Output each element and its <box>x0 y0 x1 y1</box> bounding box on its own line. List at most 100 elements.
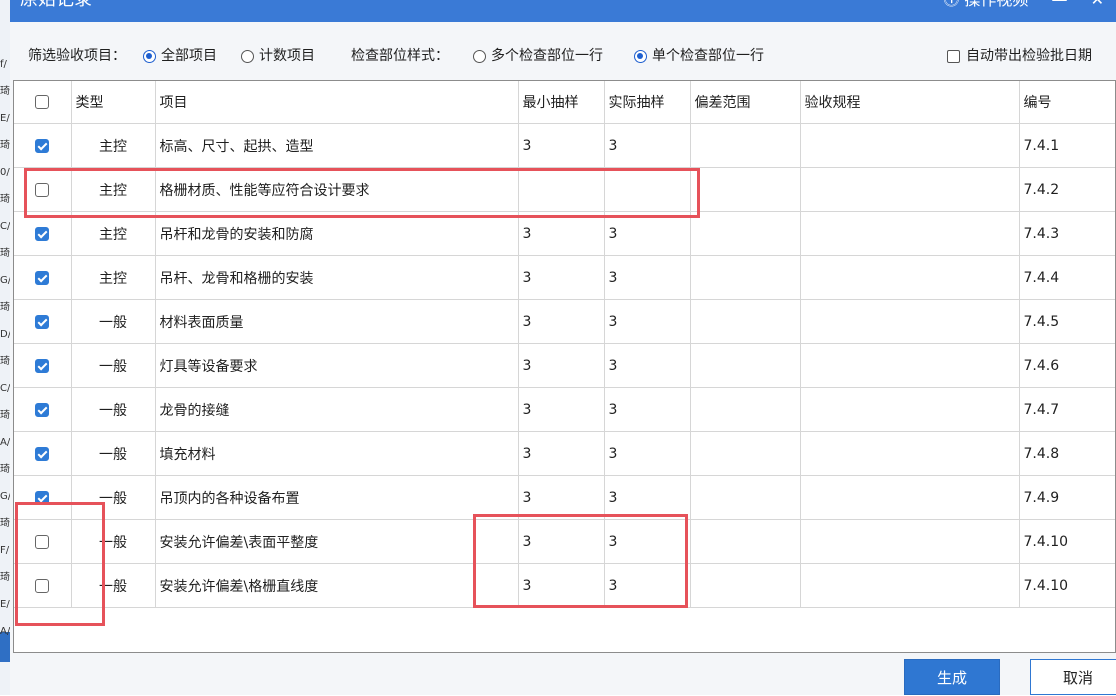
table-row[interactable]: 一般 安装允许偏差\格栅直线度 3 3 7.4.10 <box>14 563 1115 608</box>
code-cell[interactable]: 7.4.7 <box>1019 387 1115 432</box>
actual-sample-cell[interactable]: 3 <box>604 519 691 564</box>
radio-single-icon[interactable] <box>634 49 647 63</box>
type-cell[interactable]: 主控 <box>71 255 156 300</box>
row-checkbox-cell[interactable] <box>14 475 72 520</box>
row-checkbox-cell[interactable] <box>14 387 72 432</box>
code-cell[interactable]: 7.4.5 <box>1019 299 1115 344</box>
row-checkbox-cell[interactable] <box>14 255 72 300</box>
actual-sample-cell[interactable]: 3 <box>604 343 691 388</box>
min-sample-cell[interactable]: 3 <box>518 255 605 300</box>
type-cell[interactable]: 主控 <box>71 167 156 212</box>
type-cell[interactable]: 一般 <box>71 475 156 520</box>
item-cell[interactable]: 格栅材质、性能等应符合设计要求 <box>155 167 519 212</box>
code-cell[interactable]: 7.4.10 <box>1019 519 1115 564</box>
type-cell[interactable]: 一般 <box>71 299 156 344</box>
row-checkbox-cell[interactable] <box>14 343 72 388</box>
item-cell[interactable]: 材料表面质量 <box>155 299 519 344</box>
minimize-icon[interactable]: — <box>1052 0 1068 9</box>
checked-checkbox-icon[interactable] <box>35 490 50 505</box>
actual-sample-cell[interactable]: 3 <box>604 299 691 344</box>
item-cell[interactable]: 龙骨的接缝 <box>155 387 519 432</box>
deviation-range-cell[interactable] <box>690 123 801 168</box>
checked-checkbox-icon[interactable] <box>35 270 50 285</box>
radio-all-icon[interactable] <box>143 49 156 63</box>
unchecked-checkbox-icon[interactable] <box>35 182 50 197</box>
unchecked-checkbox-icon[interactable] <box>35 578 50 593</box>
min-sample-cell[interactable]: 3 <box>518 299 605 344</box>
table-row[interactable]: 一般 龙骨的接缝 3 3 7.4.7 <box>14 387 1115 432</box>
row-checkbox-cell[interactable] <box>14 431 72 476</box>
row-checkbox-cell[interactable] <box>14 167 72 212</box>
select-all-checkbox[interactable] <box>35 95 50 109</box>
acceptance-rule-cell[interactable] <box>800 167 1020 212</box>
deviation-range-cell[interactable] <box>690 255 801 300</box>
table-row[interactable]: 一般 填充材料 3 3 7.4.8 <box>14 431 1115 476</box>
acceptance-rule-cell[interactable] <box>800 343 1020 388</box>
radio-multi-icon[interactable] <box>473 49 486 63</box>
deviation-range-cell[interactable] <box>690 519 801 564</box>
min-sample-cell[interactable]: 3 <box>518 123 605 168</box>
code-cell[interactable]: 7.4.3 <box>1019 211 1115 256</box>
actual-sample-cell[interactable]: 3 <box>604 211 691 256</box>
code-cell[interactable]: 7.4.10 <box>1019 563 1115 608</box>
checked-checkbox-icon[interactable] <box>35 226 50 241</box>
row-checkbox-cell[interactable] <box>14 563 72 608</box>
deviation-range-cell[interactable] <box>690 563 801 608</box>
item-cell[interactable]: 吊顶内的各种设备布置 <box>155 475 519 520</box>
filter-option-all[interactable]: 全部项目 <box>143 46 217 66</box>
auto-date-checkbox[interactable]: 自动带出检验批日期 <box>947 46 1092 66</box>
min-sample-cell[interactable]: 3 <box>518 211 605 256</box>
min-sample-cell[interactable]: 3 <box>518 475 605 520</box>
table-row[interactable]: 一般 安装允许偏差\表面平整度 3 3 7.4.10 <box>14 519 1115 564</box>
table-row[interactable]: 一般 材料表面质量 3 3 7.4.5 <box>14 299 1115 344</box>
min-sample-cell[interactable]: 3 <box>518 343 605 388</box>
close-icon[interactable]: ✕ <box>1091 0 1104 9</box>
deviation-range-cell[interactable] <box>690 299 801 344</box>
radio-count-icon[interactable] <box>241 49 254 63</box>
cancel-button[interactable]: 取消 <box>1030 659 1116 695</box>
code-cell[interactable]: 7.4.2 <box>1019 167 1115 212</box>
item-cell[interactable]: 标高、尺寸、起拱、造型 <box>155 123 519 168</box>
deviation-range-cell[interactable] <box>690 167 801 212</box>
type-cell[interactable]: 主控 <box>71 123 156 168</box>
item-cell[interactable]: 填充材料 <box>155 431 519 476</box>
acceptance-rule-cell[interactable] <box>800 211 1020 256</box>
auto-date-checkbox-icon[interactable] <box>947 49 960 63</box>
filter-option-count[interactable]: 计数项目 <box>241 46 315 66</box>
row-checkbox-cell[interactable] <box>14 211 72 256</box>
item-cell[interactable]: 安装允许偏差\表面平整度 <box>155 519 519 564</box>
type-cell[interactable]: 一般 <box>71 431 156 476</box>
checked-checkbox-icon[interactable] <box>35 446 50 461</box>
min-sample-cell[interactable]: 3 <box>518 431 605 476</box>
deviation-range-cell[interactable] <box>690 211 801 256</box>
table-row[interactable]: 一般 吊顶内的各种设备布置 3 3 7.4.9 <box>14 475 1115 520</box>
acceptance-rule-cell[interactable] <box>800 475 1020 520</box>
code-cell[interactable]: 7.4.4 <box>1019 255 1115 300</box>
acceptance-rule-cell[interactable] <box>800 431 1020 476</box>
actual-sample-cell[interactable]: 3 <box>604 255 691 300</box>
checked-checkbox-icon[interactable] <box>35 138 50 153</box>
type-cell[interactable]: 一般 <box>71 563 156 608</box>
code-cell[interactable]: 7.4.6 <box>1019 343 1115 388</box>
row-checkbox-cell[interactable] <box>14 123 72 168</box>
deviation-range-cell[interactable] <box>690 343 801 388</box>
row-checkbox-cell[interactable] <box>14 519 72 564</box>
table-row[interactable]: 主控 吊杆、龙骨和格栅的安装 3 3 7.4.4 <box>14 255 1115 300</box>
generate-button[interactable]: 生成 <box>904 659 1000 695</box>
type-cell[interactable]: 一般 <box>71 387 156 432</box>
type-cell[interactable]: 一般 <box>71 519 156 564</box>
table-row[interactable]: 主控 吊杆和龙骨的安装和防腐 3 3 7.4.3 <box>14 211 1115 256</box>
checked-checkbox-icon[interactable] <box>35 402 50 417</box>
min-sample-cell[interactable] <box>518 167 605 212</box>
row-checkbox-cell[interactable] <box>14 299 72 344</box>
deviation-range-cell[interactable] <box>690 387 801 432</box>
checked-checkbox-icon[interactable] <box>35 314 50 329</box>
min-sample-cell[interactable]: 3 <box>518 519 605 564</box>
type-cell[interactable]: 一般 <box>71 343 156 388</box>
actual-sample-cell[interactable]: 3 <box>604 475 691 520</box>
actual-sample-cell[interactable] <box>604 167 691 212</box>
table-row[interactable]: 一般 灯具等设备要求 3 3 7.4.6 <box>14 343 1115 388</box>
actual-sample-cell[interactable]: 3 <box>604 431 691 476</box>
checked-checkbox-icon[interactable] <box>35 358 50 373</box>
deviation-range-cell[interactable] <box>690 475 801 520</box>
